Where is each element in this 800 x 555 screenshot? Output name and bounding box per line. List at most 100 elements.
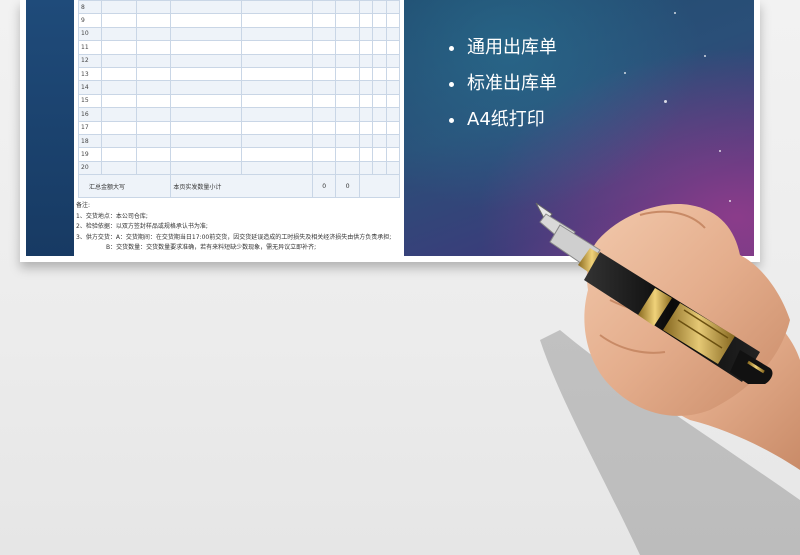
table-cell xyxy=(335,13,360,28)
bullet-text: 通用出库单 xyxy=(467,37,557,58)
table-cell xyxy=(170,13,243,28)
table-cell xyxy=(311,66,337,82)
table-cell xyxy=(170,40,243,55)
table-cell xyxy=(241,80,313,95)
table-cell xyxy=(335,120,360,135)
row-number-cell: 20 xyxy=(78,160,102,176)
table-cell xyxy=(135,53,172,68)
table-cell xyxy=(335,0,360,15)
table-cell xyxy=(372,93,387,109)
bullet-text: A4纸打印 xyxy=(467,109,545,130)
preview-canvas: 8 9 10 11 12 13 14 15 16 17 18 19 20 汇总金额大写 本页实发数量小计 0 0… xyxy=(26,0,754,256)
table-cell xyxy=(135,40,172,55)
table-row: 19 xyxy=(78,147,401,162)
spreadsheet-preview: 8 9 10 11 12 13 14 15 16 17 18 19 20 汇总金额大写 本页实发数量小计 0 0… xyxy=(74,0,404,256)
table-cell xyxy=(135,66,172,82)
notes-line: 2、检验依据：以双方签封样品或规格承认书为准; xyxy=(76,223,208,230)
table-cell xyxy=(101,160,137,176)
table-cell xyxy=(135,160,172,176)
table-cell xyxy=(135,0,172,15)
table-cell xyxy=(241,133,313,149)
table-cell xyxy=(372,26,387,42)
row-number-cell: 8 xyxy=(78,0,102,15)
table-cell xyxy=(241,66,313,82)
table-row: 16 xyxy=(78,107,401,122)
table-row: 14 xyxy=(78,80,401,95)
spreadsheet-grid: 8 9 10 11 12 13 14 15 16 17 18 19 20 汇总金额大写 本页实发数量小计 0 0 xyxy=(77,0,401,199)
preview-frame: 8 9 10 11 12 13 14 15 16 17 18 19 20 汇总金额大写 本页实发数量小计 0 0… xyxy=(20,0,760,262)
row-number-cell: 16 xyxy=(78,107,102,122)
table-cell xyxy=(311,40,337,55)
notes-line: 3、供方交货：A：交货期间：在交货期当日17:00前交货，因交货延误造成的工时损… xyxy=(76,233,392,241)
row-number-cell: 13 xyxy=(78,66,102,82)
table-cell xyxy=(101,40,137,55)
table-cell xyxy=(101,66,137,82)
table-cell xyxy=(170,93,243,109)
table-cell xyxy=(170,147,243,162)
table-row: 10 xyxy=(78,26,401,42)
table-cell xyxy=(241,0,313,15)
row-number-cell: 17 xyxy=(78,120,102,135)
table-cell xyxy=(335,133,360,149)
table-cell xyxy=(358,40,374,55)
table-row: 17 xyxy=(78,120,401,135)
bullet-item: 通用出库单 xyxy=(449,30,557,66)
table-cell xyxy=(101,0,137,15)
table-cell xyxy=(170,120,243,135)
row-number-cell: 19 xyxy=(78,147,102,162)
notes-section: 备注: 1、交货地点：本公司仓库; 2、检验依据：以双方签封样品或规格承认书为准… xyxy=(76,201,402,254)
table-cell xyxy=(241,40,313,55)
table-row: 20 xyxy=(78,160,401,176)
table-cell xyxy=(372,147,387,162)
star-dot xyxy=(674,12,676,14)
table-cell xyxy=(101,80,137,95)
slide-panel: 通用出库单 标准出库单 A4纸打印 xyxy=(404,0,754,256)
table-cell xyxy=(385,80,401,95)
table-cell xyxy=(311,133,337,149)
bullet-item: A4纸打印 xyxy=(449,102,557,138)
table-cell xyxy=(385,40,401,55)
table-cell xyxy=(335,160,360,176)
table-cell xyxy=(372,13,387,28)
bullet-dot-icon xyxy=(449,117,454,123)
table-cell xyxy=(311,80,337,95)
table-cell xyxy=(135,147,172,162)
table-cell xyxy=(358,160,374,176)
table-cell xyxy=(170,80,243,95)
table-cell xyxy=(335,53,360,68)
table-cell xyxy=(358,13,374,28)
row-number-cell: 9 xyxy=(78,13,102,28)
star-dot xyxy=(624,72,626,74)
table-cell xyxy=(385,160,401,176)
table-cell xyxy=(385,66,401,82)
table-cell xyxy=(241,93,313,109)
table-cell xyxy=(241,13,313,28)
table-cell xyxy=(101,133,137,149)
table-cell xyxy=(335,107,360,122)
table-row: 18 xyxy=(78,133,401,149)
table-row: 12 xyxy=(78,53,401,68)
table-cell xyxy=(372,53,387,68)
left-blue-strip xyxy=(26,0,74,256)
table-cell xyxy=(385,26,401,42)
table-cell xyxy=(372,66,387,82)
table-row: 13 xyxy=(78,66,401,82)
total-row: 汇总金额大写 本页实发数量小计 0 0 xyxy=(77,174,401,199)
table-cell xyxy=(385,120,401,135)
table-cell xyxy=(358,107,374,122)
table-cell xyxy=(241,107,313,122)
row-number-cell: 14 xyxy=(78,80,102,95)
table-cell xyxy=(335,40,360,55)
row-number-cell: 18 xyxy=(78,133,102,149)
table-cell xyxy=(335,93,360,109)
table-cell xyxy=(311,13,337,28)
star-dot xyxy=(664,100,667,103)
table-cell xyxy=(311,93,337,109)
table-cell xyxy=(101,107,137,122)
table-cell xyxy=(372,40,387,55)
table-cell xyxy=(311,53,337,68)
table-cell xyxy=(311,160,337,176)
table-cell xyxy=(241,53,313,68)
row-number-cell: 10 xyxy=(78,26,102,42)
table-cell xyxy=(135,13,172,28)
